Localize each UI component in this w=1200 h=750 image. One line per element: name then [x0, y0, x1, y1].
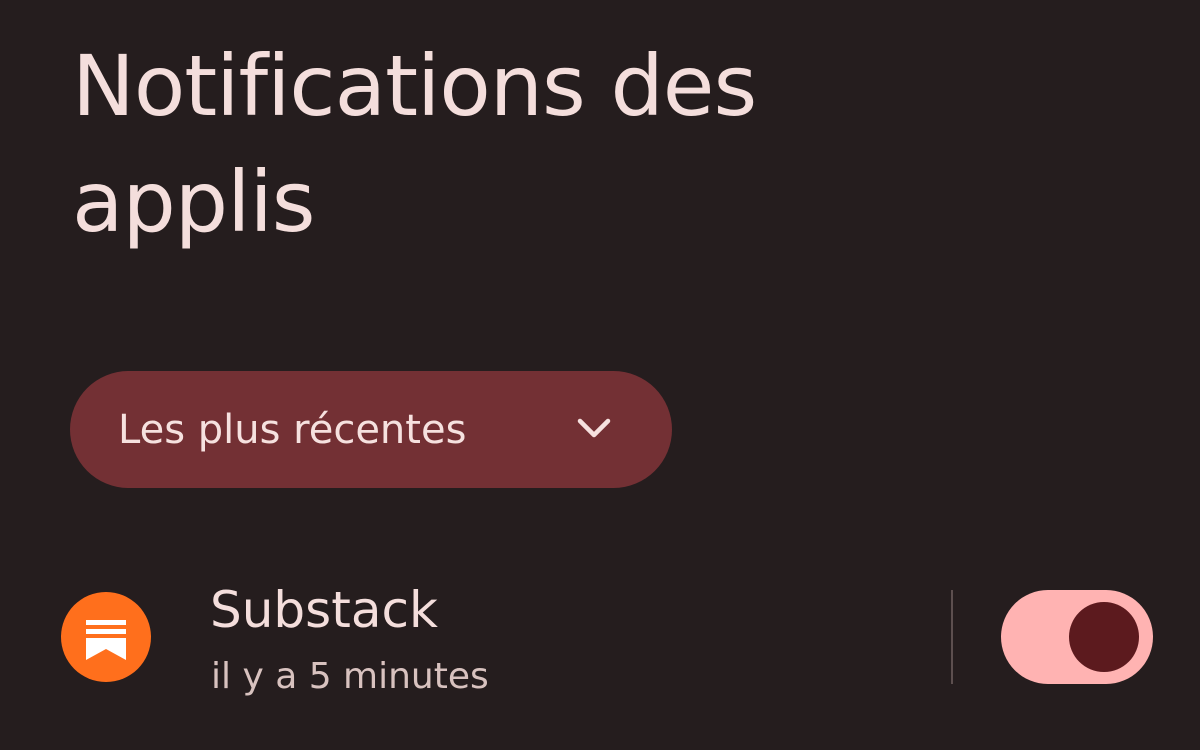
app-name: Substack: [210, 581, 438, 639]
page-title: Notifications des applis: [72, 37, 757, 251]
notification-toggle[interactable]: [1001, 590, 1153, 684]
app-notification-row[interactable]: Substack il y a 5 minutes: [0, 570, 1200, 710]
toggle-knob: [1069, 602, 1139, 672]
app-last-notification-time: il y a 5 minutes: [211, 656, 489, 697]
chevron-down-icon: [576, 415, 612, 443]
sort-filter-dropdown[interactable]: Les plus récentes: [70, 371, 672, 488]
substack-icon: [61, 592, 151, 682]
sort-filter-label: Les plus récentes: [118, 406, 467, 453]
row-divider: [951, 590, 953, 684]
